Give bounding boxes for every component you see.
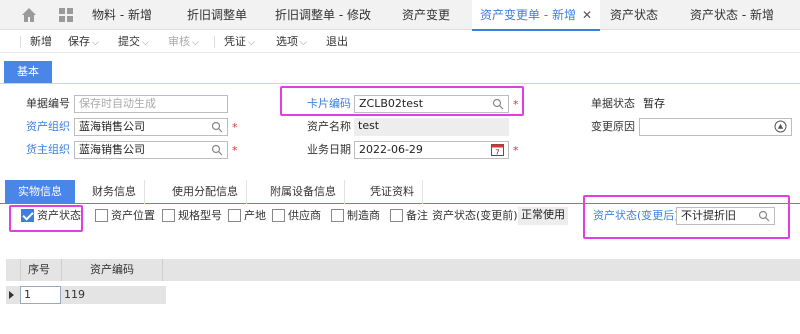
audit-button[interactable]: 审核 ⌵ xyxy=(168,34,199,51)
card-no-value: ZCLB02test xyxy=(359,97,424,110)
chevron-down-icon[interactable]: ⌵ xyxy=(248,38,255,48)
tab-depreciation-adjust[interactable]: 折旧调整单 xyxy=(187,0,247,30)
required-mark: * xyxy=(232,144,238,157)
close-icon[interactable]: ✕ xyxy=(582,8,592,22)
asset-name-field: test xyxy=(354,118,509,136)
manufacturer-check-label: 制造商 xyxy=(347,209,380,222)
section-tab-basic[interactable]: 基本 xyxy=(4,61,52,83)
grid-divider xyxy=(20,259,21,281)
col-header-asset-code[interactable]: 资产编码 xyxy=(90,259,134,281)
tab-depreciation-adjust-edit[interactable]: 折旧调整单 - 修改 xyxy=(275,0,371,30)
toolbar-divider xyxy=(20,36,21,48)
owner-org-value: 蓝海销售公司 xyxy=(79,143,145,156)
asset-org-field[interactable]: 蓝海销售公司 xyxy=(74,118,228,136)
section-divider xyxy=(0,83,800,84)
status-before-label: 资产状态(变更前) xyxy=(432,209,518,222)
status-after-field[interactable]: 不计提折旧 xyxy=(676,207,775,225)
supplier-checkbox[interactable] xyxy=(272,209,285,222)
tab-material-new[interactable]: 物料 - 新增 xyxy=(92,0,152,30)
tab-asset-status[interactable]: 资产状态 xyxy=(610,0,658,30)
status-before-value: 正常使用 xyxy=(518,207,568,225)
expand-row-icon[interactable] xyxy=(9,291,14,299)
tab-asset-change-new[interactable]: 资产变更单 - 新增 ✕ xyxy=(472,0,601,31)
calendar-icon[interactable]: 7 xyxy=(491,143,504,156)
asset-org-value: 蓝海销售公司 xyxy=(79,120,145,133)
asset-status-checkbox[interactable] xyxy=(21,209,34,222)
biz-date-field[interactable]: 2022-06-29 7 xyxy=(354,141,509,159)
submit-label: 提交 xyxy=(118,35,140,48)
origin-check-label: 产地 xyxy=(244,209,266,222)
required-mark: * xyxy=(232,121,238,134)
card-no-label[interactable]: 卡片编码 xyxy=(307,96,351,112)
chevron-down-icon[interactable]: ⌵ xyxy=(92,38,99,48)
chevron-down-icon[interactable]: ⌵ xyxy=(142,38,149,48)
tab-voucher-data[interactable]: 凭证资料 xyxy=(362,180,423,204)
doc-status-value: 暂存 xyxy=(643,97,665,110)
table-row[interactable]: 1 119 xyxy=(6,286,166,304)
options-button[interactable]: 选项 ⌵ xyxy=(276,34,307,51)
owner-org-field[interactable]: 蓝海销售公司 xyxy=(74,141,228,159)
audit-label: 审核 xyxy=(168,35,190,48)
home-icon[interactable] xyxy=(20,6,38,24)
tab-allocation-info[interactable]: 使用分配信息 xyxy=(164,180,247,204)
remark-checkbox[interactable] xyxy=(390,209,403,222)
toolbar-divider xyxy=(214,36,215,48)
doc-no-field[interactable]: 保存时自动生成 xyxy=(74,95,228,113)
tab-asset-status-new[interactable]: 资产状态 - 新增 xyxy=(690,0,774,30)
toolbar: 新增 保存 ⌵ 提交 ⌵ 审核 ⌵ 凭证 ⌵ 选项 ⌵ 退出 xyxy=(0,31,800,53)
biz-date-value: 2022-06-29 xyxy=(359,143,423,156)
chevron-down-icon[interactable]: ⌵ xyxy=(192,38,199,48)
col-header-seq[interactable]: 序号 xyxy=(28,259,50,281)
change-reason-label: 变更原因 xyxy=(591,120,635,133)
search-icon[interactable] xyxy=(758,210,770,222)
status-after-label[interactable]: 资产状态(变更后) xyxy=(593,208,679,224)
clear-icon[interactable] xyxy=(774,120,787,133)
tab-physical-info[interactable]: 实物信息 xyxy=(5,180,75,204)
grid-divider xyxy=(162,259,163,281)
exit-button[interactable]: 退出 xyxy=(326,34,348,50)
submit-button[interactable]: 提交 ⌵ xyxy=(118,34,149,51)
svg-text:7: 7 xyxy=(495,149,499,157)
save-button[interactable]: 保存 ⌵ xyxy=(68,34,99,51)
owner-org-label[interactable]: 货主组织 xyxy=(26,142,70,158)
spec-model-checkbox[interactable] xyxy=(162,209,175,222)
spec-model-check-label: 规格型号 xyxy=(178,209,222,222)
manufacturer-checkbox[interactable] xyxy=(331,209,344,222)
card-no-field[interactable]: ZCLB02test xyxy=(354,95,509,113)
required-mark: * xyxy=(513,144,519,157)
asset-location-check-label: 资产位置 xyxy=(111,209,155,222)
tab-attached-equipment[interactable]: 附属设备信息 xyxy=(262,180,345,204)
tab-asset-change[interactable]: 资产变更 xyxy=(402,0,450,30)
tab-finance-info[interactable]: 财务信息 xyxy=(84,180,145,204)
asset-status-check-label: 资产状态 xyxy=(37,209,81,222)
doc-status-label: 单据状态 xyxy=(591,97,635,110)
voucher-button[interactable]: 凭证 ⌵ xyxy=(224,34,255,51)
search-icon[interactable] xyxy=(492,98,504,110)
cell-asset-code[interactable]: 119 xyxy=(64,286,85,304)
options-label: 选项 xyxy=(276,35,298,48)
status-after-value: 不计提折旧 xyxy=(681,209,736,222)
asset-name-label: 资产名称 xyxy=(307,120,351,133)
grid-apps-icon[interactable] xyxy=(58,7,74,23)
voucher-label: 凭证 xyxy=(224,35,246,48)
top-tab-bar: 物料 - 新增 折旧调整单 折旧调整单 - 修改 资产变更 资产变更单 - 新增… xyxy=(0,0,800,31)
biz-date-label: 业务日期 xyxy=(307,143,351,156)
asset-org-label[interactable]: 资产组织 xyxy=(26,119,70,135)
change-reason-field[interactable] xyxy=(639,118,792,136)
new-button[interactable]: 新增 xyxy=(30,34,52,50)
required-mark: * xyxy=(513,98,519,111)
search-icon[interactable] xyxy=(211,121,223,133)
search-icon[interactable] xyxy=(211,144,223,156)
grid-divider xyxy=(61,259,62,281)
origin-checkbox[interactable] xyxy=(228,209,241,222)
chevron-down-icon[interactable]: ⌵ xyxy=(300,38,307,48)
remark-check-label: 备注 xyxy=(406,209,428,222)
save-label: 保存 xyxy=(68,35,90,48)
cell-seq[interactable]: 1 xyxy=(20,286,61,304)
doc-no-label: 单据编号 xyxy=(26,97,70,110)
grid-header: 序号 资产编码 xyxy=(6,259,800,281)
tab-label: 资产变更单 - 新增 xyxy=(480,8,576,22)
supplier-check-label: 供应商 xyxy=(288,209,321,222)
asset-location-checkbox[interactable] xyxy=(95,209,108,222)
